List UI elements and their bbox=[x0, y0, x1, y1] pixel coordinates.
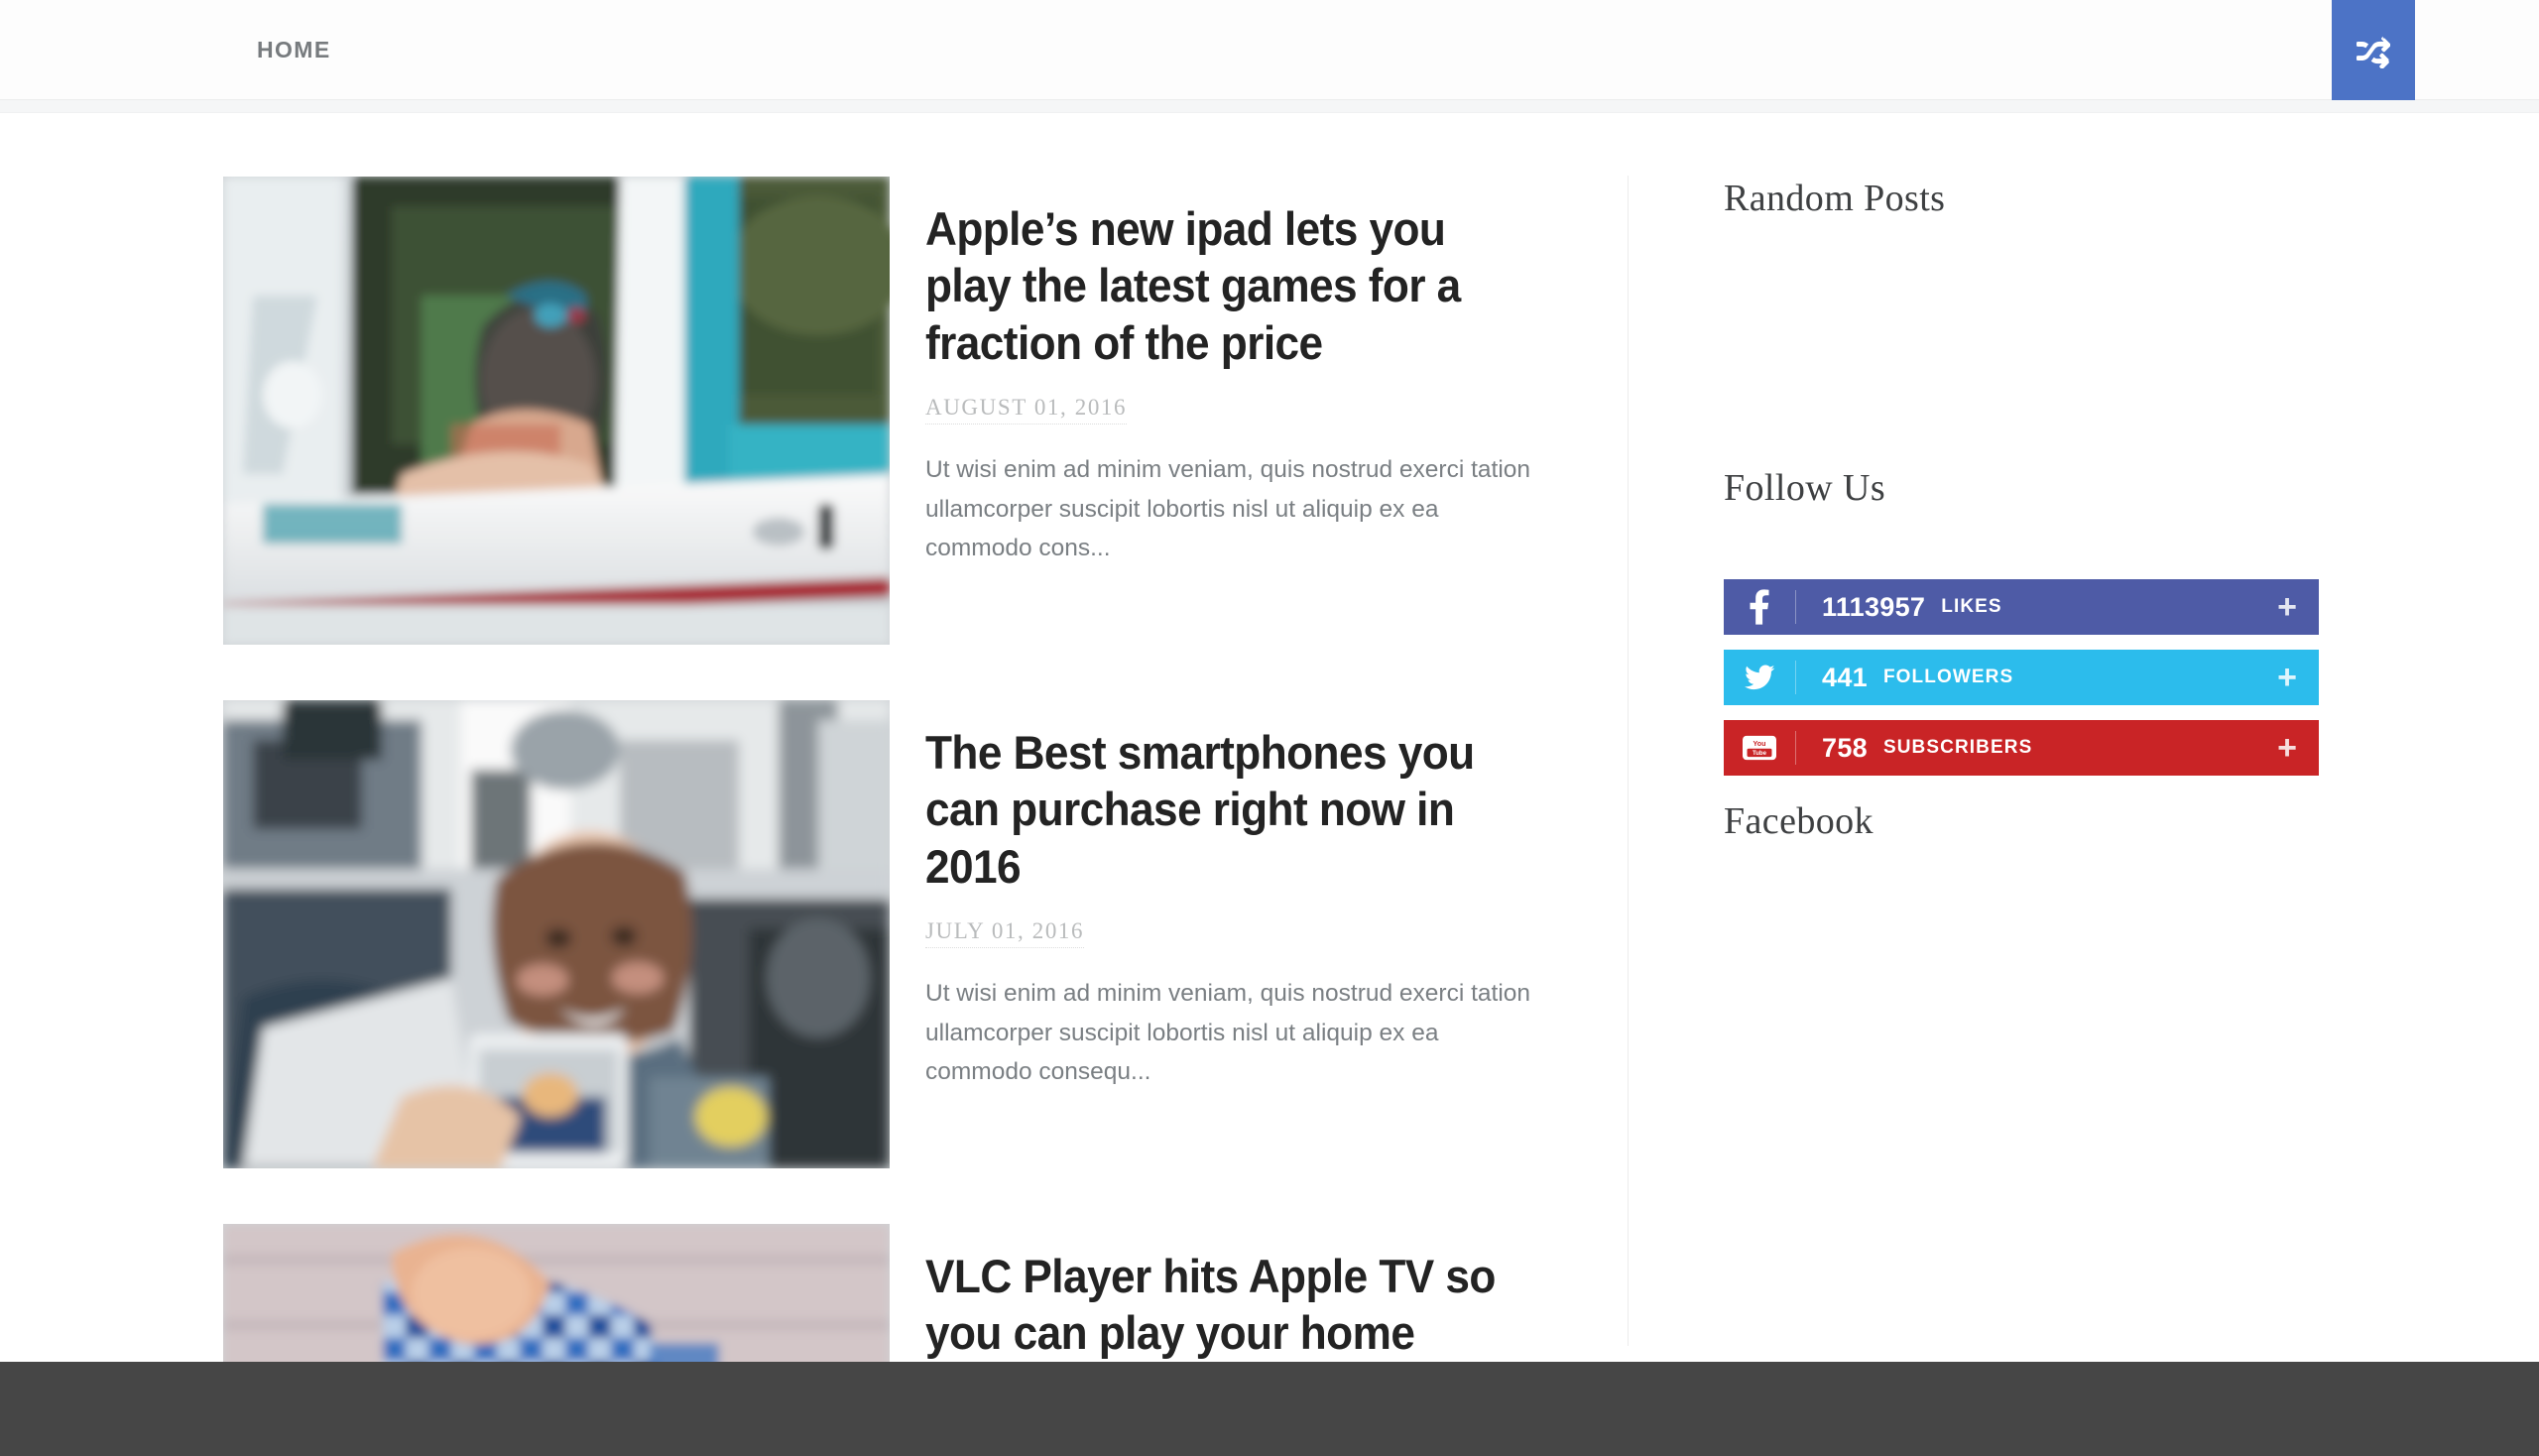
sidebar: Random Posts Follow Us 1113957 LIKES + 4… bbox=[1724, 177, 2319, 843]
post-excerpt: Ut wisi enim ad minim veniam, quis nostr… bbox=[925, 979, 1531, 1086]
plus-icon[interactable]: + bbox=[2277, 661, 2297, 694]
post-item: The Best smartphones you can purchase ri… bbox=[223, 700, 1552, 1168]
widget-follow-us: Follow Us 1113957 LIKES + 441 FOLLOWERS … bbox=[1724, 466, 2319, 799]
social-separator bbox=[1795, 731, 1796, 765]
nav-item-home[interactable]: HOME bbox=[243, 37, 345, 63]
social-separator bbox=[1795, 590, 1796, 624]
site-header: HOME bbox=[0, 0, 2539, 107]
post-date[interactable]: AUGUST 01, 2016 bbox=[925, 395, 1128, 425]
post-item: Apple’s new ipad lets you play the lates… bbox=[223, 177, 1552, 645]
social-item-twitter[interactable]: 441 FOLLOWERS + bbox=[1724, 650, 2319, 705]
svg-text:Tube: Tube bbox=[1753, 751, 1767, 757]
header-underbar bbox=[0, 100, 2539, 113]
post-body: The Best smartphones you can purchase ri… bbox=[925, 700, 1552, 1168]
social-label: FOLLOWERS bbox=[1882, 667, 2014, 687]
social-count: 758 bbox=[1822, 732, 1868, 763]
post-title[interactable]: The Best smartphones you can purchase ri… bbox=[925, 724, 1514, 895]
random-post-button[interactable] bbox=[2332, 0, 2415, 107]
widget-random-posts: Random Posts bbox=[1724, 177, 2319, 466]
widget-facebook: Facebook bbox=[1724, 799, 2319, 843]
post-title[interactable]: Apple’s new ipad lets you play the lates… bbox=[925, 200, 1514, 371]
social-label: SUBSCRIBERS bbox=[1882, 737, 2033, 758]
post-excerpt: Ut wisi enim ad minim veniam, quis nostr… bbox=[925, 455, 1531, 562]
plus-icon[interactable]: + bbox=[2277, 731, 2297, 765]
social-counter-list: 1113957 LIKES + 441 FOLLOWERS + You Tube… bbox=[1724, 579, 2319, 776]
post-body: Apple’s new ipad lets you play the lates… bbox=[925, 177, 1552, 645]
facebook-icon bbox=[1724, 589, 1795, 625]
widget-title: Facebook bbox=[1724, 800, 1874, 842]
social-count: 441 bbox=[1822, 662, 1868, 692]
youtube-icon: You Tube bbox=[1724, 735, 1795, 761]
content-sidebar-divider bbox=[1628, 176, 1629, 1346]
post-date[interactable]: JULY 01, 2016 bbox=[925, 918, 1085, 948]
social-label: LIKES bbox=[1941, 596, 2002, 617]
post-thumbnail[interactable] bbox=[223, 700, 890, 1168]
plus-icon[interactable]: + bbox=[2277, 590, 2297, 624]
twitter-icon bbox=[1724, 663, 1795, 692]
post-thumbnail[interactable] bbox=[223, 177, 890, 645]
social-item-youtube[interactable]: You Tube 758 SUBSCRIBERS + bbox=[1724, 720, 2319, 776]
content-wrap: Apple’s new ipad lets you play the lates… bbox=[0, 114, 2539, 1456]
social-count: 1113957 bbox=[1822, 591, 1926, 622]
social-item-facebook[interactable]: 1113957 LIKES + bbox=[1724, 579, 2319, 635]
site-footer bbox=[0, 1362, 2539, 1456]
widget-title: Follow Us bbox=[1724, 467, 1886, 509]
social-separator bbox=[1795, 661, 1796, 694]
shuffle-icon bbox=[2357, 35, 2391, 73]
page-root: HOME Apple’s new ipad lets you play the … bbox=[0, 0, 2539, 1456]
post-title[interactable]: VLC Player hits Apple TV so you can play… bbox=[925, 1248, 1514, 1362]
svg-text:You: You bbox=[1753, 740, 1766, 748]
widget-title: Random Posts bbox=[1724, 178, 1946, 219]
post-list: Apple’s new ipad lets you play the lates… bbox=[223, 177, 1552, 1456]
primary-navigation: HOME bbox=[243, 0, 345, 100]
